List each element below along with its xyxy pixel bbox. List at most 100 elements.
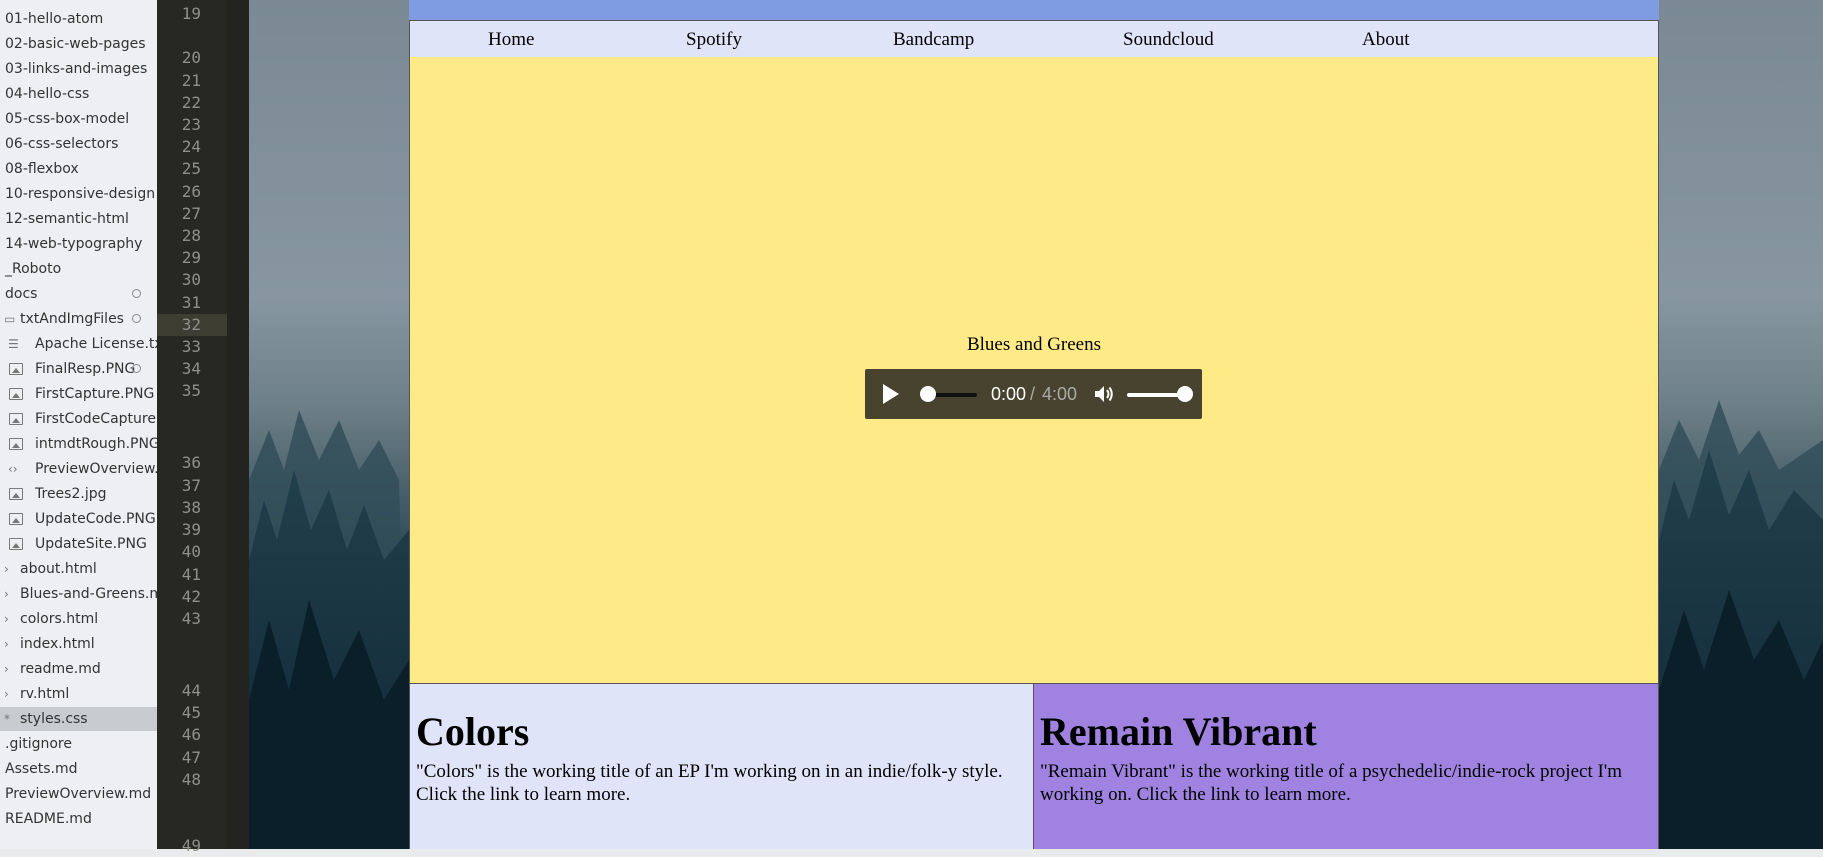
image-file-icon (9, 363, 23, 375)
tree-item[interactable]: 12-semantic-html (0, 207, 157, 231)
tree-item-label: FinalResp.PNG (35, 361, 136, 377)
tree-item[interactable]: ☰ Apache License.txt (0, 332, 157, 356)
tree-item[interactable]: 01-hello-atom (0, 7, 157, 31)
line-number: 23 (181, 115, 201, 134)
line-number: 22 (181, 93, 201, 112)
tree-item-label: README.md (5, 811, 92, 827)
image-file-icon (9, 438, 23, 450)
line-number: 36 (181, 453, 201, 472)
tree-item[interactable]: 04-hello-css (0, 82, 157, 106)
tree-item[interactable]: › Blues-and-Greens.mp3 (0, 582, 157, 606)
tree-item[interactable]: _Roboto (0, 257, 157, 281)
tree-item[interactable]: docs (0, 282, 157, 306)
tree-item[interactable]: › index.html (0, 632, 157, 656)
play-icon[interactable] (883, 384, 899, 404)
tree-item[interactable]: README.md (0, 807, 157, 831)
volume-icon[interactable] (1093, 383, 1115, 405)
audio-player: 0:00 / 4:00 (865, 369, 1202, 419)
tree-item[interactable]: Assets.md (0, 757, 157, 781)
tree-item[interactable]: 10-responsive-design (0, 182, 157, 206)
tree-item[interactable]: .gitignore (0, 732, 157, 756)
image-file-icon (9, 513, 23, 525)
tree-item[interactable]: FirstCodeCapture.PNG (0, 407, 157, 431)
nav-link-bandcamp[interactable]: Bandcamp (893, 29, 974, 51)
tree-item[interactable]: › about.html (0, 557, 157, 581)
tree-item[interactable]: 02-basic-web-pages (0, 32, 157, 56)
tree-item-label: intmdtRough.PNG (35, 436, 157, 452)
tree-item[interactable]: * styles.css (0, 707, 157, 731)
page-top-bar (409, 0, 1659, 20)
file-tree-panel: 01-hello-atom 02-basic-web-pages 03-links-… (0, 0, 157, 849)
tree-item-label: UpdateCode.PNG (35, 511, 156, 527)
line-number: 24 (181, 137, 201, 156)
card-colors[interactable]: Colors "Colors" is the working title of … (409, 684, 1034, 849)
nav-link-about[interactable]: About (1362, 29, 1410, 51)
tree-item[interactable]: 03-links-and-images (0, 57, 157, 81)
tree-item-label: FirstCapture.PNG (35, 386, 155, 402)
tree-item-label: 01-hello-atom (5, 11, 104, 27)
tree-item[interactable]: › readme.md (0, 657, 157, 681)
tree-item[interactable]: UpdateSite.PNG (0, 532, 157, 556)
tree-item[interactable]: 14-web-typography (0, 232, 157, 256)
status-dot-icon (132, 289, 141, 298)
nav-link-home[interactable]: Home (488, 29, 534, 51)
tree-item[interactable]: ▭ txtAndImgFiles (0, 307, 157, 331)
line-number: 38 (181, 498, 201, 517)
track-title: Blues and Greens (966, 334, 1102, 355)
tree-item[interactable]: › rv.html (0, 682, 157, 706)
nav-link-soundcloud[interactable]: Soundcloud (1123, 29, 1214, 51)
preview-page: Home Spotify Bandcamp Soundcloud About B… (409, 0, 1659, 849)
line-number: 39 (181, 520, 201, 539)
line-number: 27 (181, 204, 201, 223)
tree-item-label: 10-responsive-design (5, 186, 156, 202)
tree-item[interactable]: › colors.html (0, 607, 157, 631)
tree-item[interactable]: FinalResp.PNG (0, 357, 157, 381)
tree-item-label: 02-basic-web-pages (5, 36, 146, 52)
line-number: 48 (181, 770, 201, 789)
tree-item-label: PreviewOverview.md (5, 786, 152, 802)
volume-handle[interactable] (1177, 386, 1193, 402)
card-text: "Colors" is the working title of an EP I… (416, 761, 1003, 805)
chevron-right-icon: › (4, 612, 9, 626)
tree-item[interactable]: ‹› PreviewOverview.md (0, 457, 157, 481)
tree-item[interactable]: intmdtRough.PNG (0, 432, 157, 456)
line-number: 40 (181, 542, 201, 561)
card-title: Colors (416, 709, 530, 754)
tree-item-label: 04-hello-css (5, 86, 90, 102)
status-dot-icon (132, 364, 141, 373)
nav-link-spotify[interactable]: Spotify (686, 29, 742, 51)
image-file-icon (9, 388, 23, 400)
tree-item[interactable]: UpdateCode.PNG (0, 507, 157, 531)
line-number: 47 (181, 748, 201, 767)
chevron-right-icon: › (4, 662, 9, 676)
tree-item-label: 03-links-and-images (5, 61, 148, 77)
tree-item-label: UpdateSite.PNG (35, 536, 147, 552)
tree-item-label: PreviewOverview.md (35, 461, 157, 477)
tree-item[interactable]: FirstCapture.PNG (0, 382, 157, 406)
line-number: 33 (181, 337, 201, 356)
card-remain-vibrant[interactable]: Remain Vibrant "Remain Vibrant" is the w… (1033, 684, 1659, 849)
hero-section: Blues and Greens 0:00 / 4:00 (409, 57, 1659, 684)
current-time: 0:00 (991, 384, 1027, 404)
line-number: 49 (181, 836, 201, 855)
chevron-right-icon: › (4, 587, 9, 601)
tree-item-label: index.html (20, 636, 95, 652)
line-number: 35 (181, 381, 201, 400)
tree-item[interactable]: PreviewOverview.md (0, 782, 157, 806)
tree-item[interactable]: Trees2.jpg (0, 482, 157, 506)
tree-item-label: about.html (20, 561, 97, 577)
line-number: 42 (181, 587, 201, 606)
line-number: 46 (181, 725, 201, 744)
line-number: 28 (181, 226, 201, 245)
image-file-icon (9, 488, 23, 500)
line-number: 43 (181, 609, 201, 628)
seek-handle[interactable] (920, 386, 936, 402)
line-number: 45 (181, 703, 201, 722)
tree-item[interactable]: 08-flexbox (0, 157, 157, 181)
tree-item[interactable]: 05-css-box-model (0, 107, 157, 131)
line-number: 34 (181, 359, 201, 378)
tree-item-label: Assets.md (5, 761, 78, 777)
tree-item-label: rv.html (20, 686, 70, 702)
tree-item[interactable]: 06-css-selectors (0, 132, 157, 156)
tree-item-label: txtAndImgFiles (20, 311, 124, 327)
